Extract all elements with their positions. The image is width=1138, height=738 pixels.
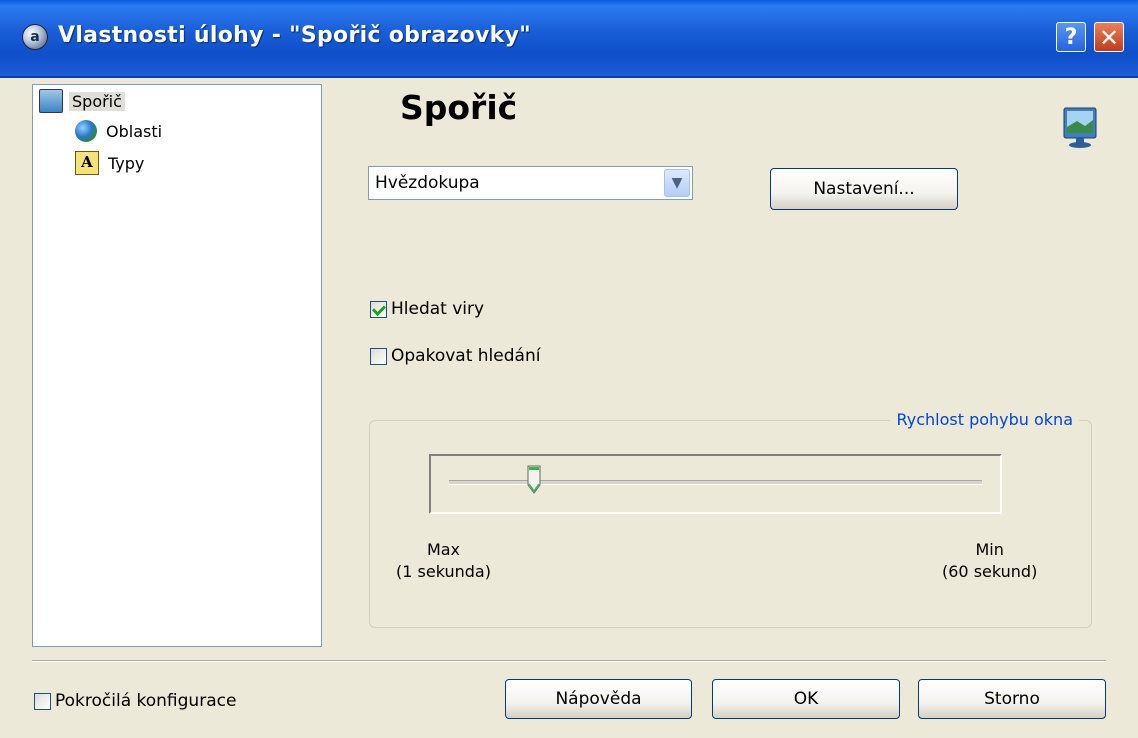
tree-item-label: Spořič [69,91,125,111]
ok-button[interactable]: OK [712,679,900,719]
help-title-button[interactable]: ? [1056,22,1086,52]
slider-min-label: Max (1 sekunda) [396,539,491,583]
scan-viruses-label: Hledat viry [391,299,485,319]
checkbox-unchecked-icon[interactable] [370,347,387,365]
slider-max-title: Min [975,540,1004,559]
slider-min-value: (1 sekunda) [396,562,491,581]
speed-slider[interactable] [429,454,1002,514]
tree-item-typy[interactable]: A Typy [75,151,147,175]
globe-icon [75,120,97,142]
settings-button[interactable]: Nastavení... [770,168,958,210]
slider-max-label: Min (60 sekund) [942,539,1037,583]
font-icon: A [75,151,99,175]
title-bar[interactable]: a Vlastnosti úlohy - "Spořič obrazovky" … [0,0,1138,78]
slider-min-title: Max [426,540,461,559]
window-title: Vlastnosti úlohy - "Spořič obrazovky" [58,23,531,48]
slider-max-value: (60 sekund) [942,562,1038,581]
category-tree[interactable]: Spořič Oblasti A Typy [32,84,322,647]
cancel-button[interactable]: Storno [918,679,1106,719]
help-button[interactable]: Nápověda [505,679,692,719]
scan-viruses-checkbox[interactable]: Hledat viry [370,299,484,319]
repeat-scan-label: Opakovat hledání [391,346,541,366]
speed-group-legend: Rychlost pohybu okna [890,410,1079,429]
screensaver-monitor-icon [1063,107,1097,148]
app-icon: a [22,24,48,50]
close-button[interactable]: ✕ [1094,22,1124,52]
page-title: Spořič [400,88,518,127]
tree-item-label: Oblasti [106,121,163,141]
task-properties-window: a Vlastnosti úlohy - "Spořič obrazovky" … [0,0,1138,738]
screensaver-select-value: Hvězdokupa [375,173,480,193]
speed-groupbox: Rychlost pohybu okna Max (1 sekunda) Min… [369,410,1092,628]
tree-item-oblasti[interactable]: Oblasti [75,119,165,143]
checkbox-unchecked-icon[interactable] [34,692,51,710]
monitor-icon [39,89,63,113]
advanced-config-checkbox[interactable]: Pokročilá konfigurace [34,691,236,711]
screensaver-select[interactable]: Hvězdokupa ▼ [368,166,693,200]
advanced-config-label: Pokročilá konfigurace [55,691,237,711]
slider-thumb[interactable] [527,465,541,495]
tree-item-label: Typy [108,153,145,173]
checkbox-checked-icon[interactable] [370,300,387,318]
footer-separator [32,660,1106,662]
repeat-scan-checkbox[interactable]: Opakovat hledání [370,346,540,366]
chevron-down-icon[interactable]: ▼ [664,169,690,197]
tree-item-sporic[interactable]: Spořič [39,89,125,113]
